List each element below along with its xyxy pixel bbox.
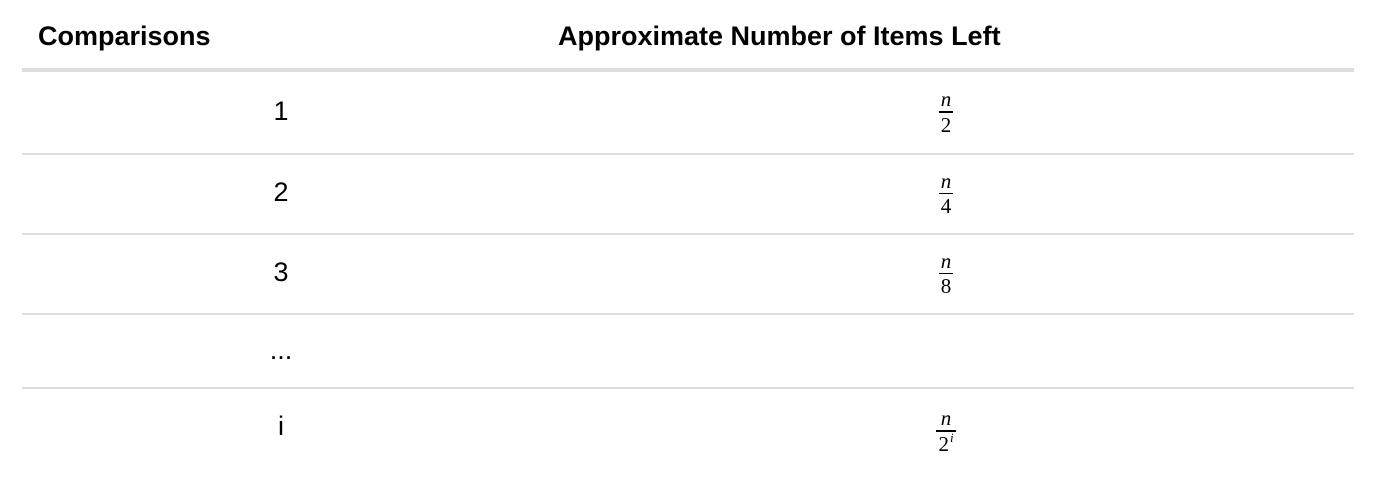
comparisons-value: 2 xyxy=(273,177,289,207)
fraction-denominator: 4 xyxy=(940,194,952,219)
fraction-numerator: n xyxy=(940,248,952,273)
table-row: ... xyxy=(22,315,1354,389)
fraction-numerator: n xyxy=(940,168,952,193)
comparison-table: Comparisons Approximate Number of Items … xyxy=(22,0,1354,480)
comparisons-value: 3 xyxy=(273,257,289,287)
header-items-left: Approximate Number of Items Left xyxy=(558,21,1001,51)
comparisons-value: 1 xyxy=(273,95,289,126)
table-row: 2 n 4 xyxy=(22,155,1354,235)
fraction-numerator: n xyxy=(940,406,952,431)
table-row: 3 n 8 xyxy=(22,235,1354,315)
comparisons-value: i xyxy=(278,410,284,441)
fraction-denominator: 2 xyxy=(940,112,952,137)
items-left-fraction: n 8 xyxy=(938,248,954,299)
table-header: Comparisons Approximate Number of Items … xyxy=(22,0,1354,72)
header-comparisons: Comparisons xyxy=(38,21,211,51)
fraction-denominator: 8 xyxy=(940,274,952,299)
table-row: i n 2i xyxy=(22,389,1354,480)
items-left-fraction: n 2i xyxy=(936,406,956,456)
items-left-fraction: n 2 xyxy=(938,87,954,137)
fraction-denominator: 2i xyxy=(938,429,954,456)
table-row: 1 n 2 xyxy=(22,72,1354,155)
fraction-exponent: i xyxy=(949,429,954,445)
comparisons-value: ... xyxy=(269,335,293,365)
fraction-numerator: n xyxy=(940,87,952,112)
items-left-fraction: n 4 xyxy=(938,168,954,219)
